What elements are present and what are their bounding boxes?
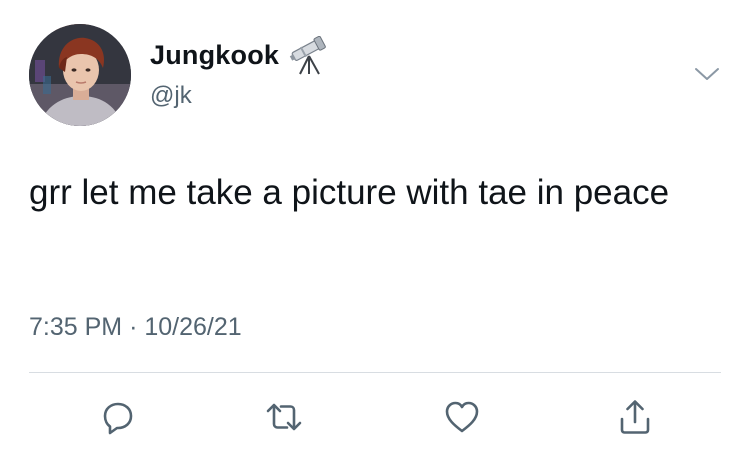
reply-icon — [103, 402, 133, 435]
tweet-text: grr let me take a picture with tae in pe… — [29, 173, 670, 212]
like-button[interactable] — [440, 395, 484, 439]
timestamp-separator: · — [129, 313, 138, 341]
user-handle[interactable]: @jk — [150, 82, 192, 110]
share-icon — [620, 400, 650, 434]
retweet-button[interactable] — [262, 395, 306, 439]
divider — [29, 372, 721, 373]
avatar[interactable] — [29, 24, 131, 126]
tweet-card: Jungkook @jk grr let me take a picture w… — [0, 0, 750, 461]
telescope-icon — [289, 36, 326, 75]
reply-button[interactable] — [96, 395, 140, 439]
display-name[interactable]: Jungkook — [150, 40, 279, 71]
share-button[interactable] — [613, 395, 657, 439]
retweet-icon — [266, 403, 302, 431]
timestamp[interactable]: 7:35 PM · 10/26/21 — [29, 313, 242, 342]
tweet-time: 7:35 PM — [29, 313, 123, 341]
chevron-down-icon[interactable] — [692, 62, 722, 86]
heart-icon — [445, 401, 479, 433]
tweet-date: 10/26/21 — [144, 313, 242, 341]
